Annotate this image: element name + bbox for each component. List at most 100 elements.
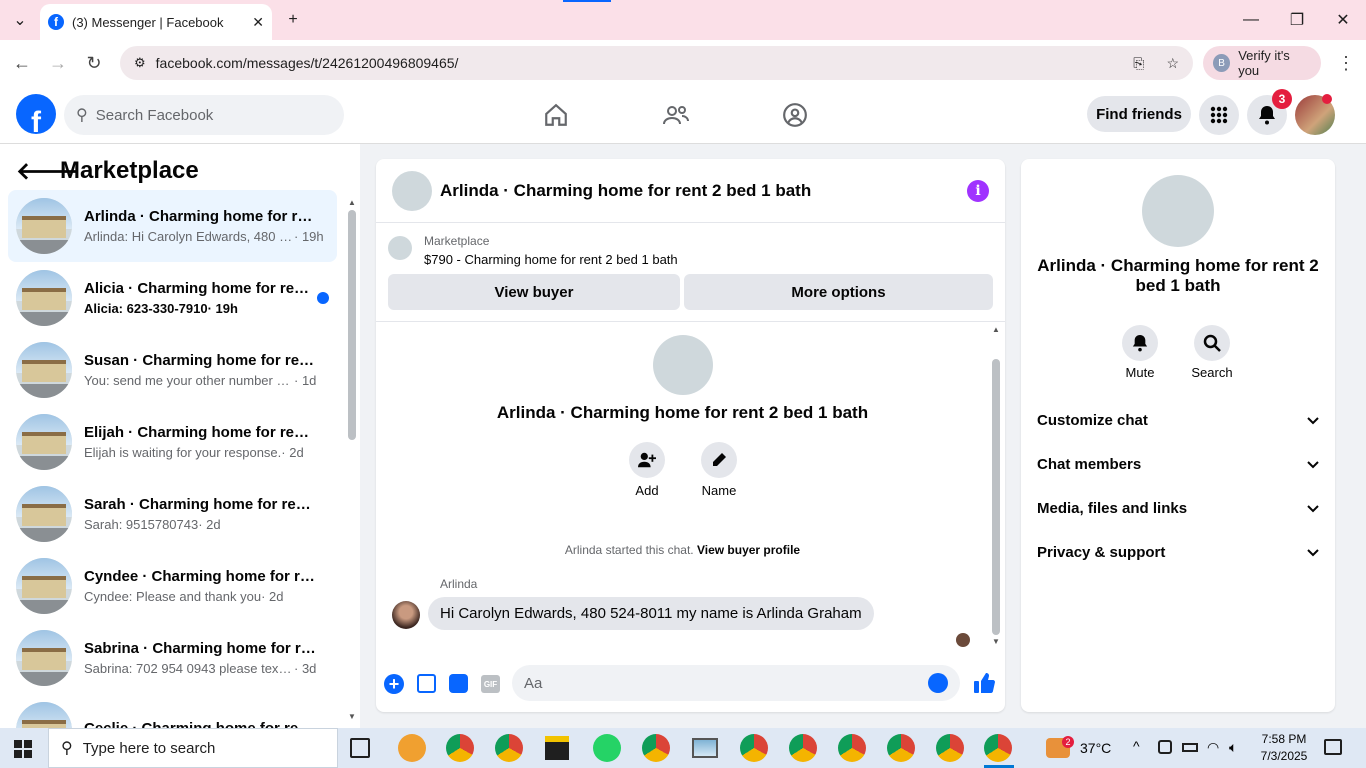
info-icon[interactable]: i: [967, 179, 989, 202]
tab-search-chevron-icon[interactable]: ⌄: [0, 0, 40, 40]
taskbar-search-input[interactable]: ⚲ Type here to search: [48, 728, 338, 768]
chevron-down-icon: [1307, 412, 1319, 429]
meet-now-icon[interactable]: [1158, 740, 1172, 754]
search-label: Search: [1191, 365, 1233, 380]
minimize-icon[interactable]: —: [1228, 0, 1274, 40]
windows-start-icon[interactable]: [14, 740, 32, 758]
verify-label: Verify it's you: [1238, 48, 1290, 78]
info-section-label: Chat members: [1037, 455, 1142, 473]
conversation-preview: Sabrina: 702 954 0943 please text ...: [84, 661, 294, 676]
reload-icon[interactable]: ↻: [78, 47, 110, 79]
verify-profile-chip[interactable]: B Verify it's you: [1203, 46, 1321, 80]
sidebar-header: 🡐 Marketplace: [16, 156, 199, 186]
listing-thumbnail[interactable]: [392, 170, 432, 211]
conversation-item[interactable]: Alicia · Charming home for ren... Alicia:…: [8, 262, 337, 334]
search-in-chat-icon[interactable]: [1194, 325, 1230, 361]
info-section-row[interactable]: Media, files and links: [1037, 486, 1319, 530]
chat-info-panel: Arlinda · Charming home for rent 2 bed 1…: [1021, 159, 1335, 712]
conversation-item[interactable]: Sarah · Charming home for rent ... Sarah:…: [8, 478, 337, 550]
snipping-tool-icon[interactable]: [398, 734, 426, 762]
whatsapp-icon[interactable]: [593, 734, 621, 762]
menu-grid-icon[interactable]: [1199, 95, 1239, 135]
chrome-profile-a-icon[interactable]: [446, 734, 474, 762]
new-tab-icon[interactable]: +: [270, 0, 316, 40]
chrome-icon[interactable]: [495, 734, 523, 762]
sender-avatar[interactable]: [392, 601, 420, 629]
facebook-header: f ⚲ Search Facebook Find friends 3: [0, 86, 1366, 144]
back-arrow-icon[interactable]: 🡐: [16, 156, 80, 186]
photos-icon[interactable]: [692, 738, 718, 758]
taskbar-search-placeholder: Type here to search: [82, 739, 216, 757]
message-input[interactable]: Aa: [512, 665, 960, 701]
chrome-profile-a2-icon[interactable]: [642, 734, 670, 762]
conversation-item[interactable]: Cyndee · Charming home for re... Cyndee: …: [8, 550, 337, 622]
add-person-icon[interactable]: [629, 442, 665, 478]
sticker-icon[interactable]: [449, 674, 468, 693]
window-close-icon[interactable]: ✕: [1320, 0, 1366, 40]
chrome-profile-s-icon[interactable]: [789, 734, 817, 762]
facebook-search-input[interactable]: ⚲ Search Facebook: [64, 95, 344, 135]
conversation-item[interactable]: Susan · Charming home for rent... You: se…: [8, 334, 337, 406]
info-avatar[interactable]: [1142, 175, 1214, 247]
back-arrow-icon[interactable]: ←: [6, 47, 38, 79]
task-view-icon[interactable]: [350, 738, 370, 758]
chrome-profile-j2-icon[interactable]: [936, 734, 964, 762]
conversation-time: · 2d: [281, 445, 304, 460]
photo-attach-icon[interactable]: [417, 674, 436, 693]
wifi-icon[interactable]: ◠: [1207, 739, 1219, 756]
bookmark-star-icon[interactable]: ☆: [1166, 55, 1179, 72]
sidebar-title: Marketplace: [60, 157, 199, 184]
mute-bell-icon[interactable]: [1122, 325, 1158, 361]
facebook-logo-icon[interactable]: f: [16, 94, 56, 134]
conversation-item[interactable]: Sabrina · Charming home for re... Sabrina…: [8, 622, 337, 694]
conversation-item[interactable]: Ceclie · Charming home for rent...: [8, 694, 337, 728]
install-app-icon[interactable]: ⎘: [1133, 55, 1144, 72]
emoji-icon[interactable]: [928, 673, 948, 693]
forward-arrow-icon[interactable]: →: [42, 47, 74, 79]
find-friends-button[interactable]: Find friends: [1087, 96, 1191, 132]
view-buyer-profile-link[interactable]: View buyer profile: [697, 543, 800, 557]
tab-close-icon[interactable]: ✕: [246, 14, 264, 31]
message-bubble[interactable]: Hi Carolyn Edwards, 480 524-8011 my name…: [428, 597, 874, 630]
address-bar[interactable]: ⚙ facebook.com/messages/t/24261200496809…: [120, 46, 1193, 80]
conversation-preview-row: Elijah is waiting for your response. · 2…: [84, 445, 329, 460]
conversation-time: · 1d: [294, 373, 317, 388]
listing-price-title[interactable]: $790 - Charming home for rent 2 bed 1 ba…: [424, 252, 678, 267]
conversation-item[interactable]: Elijah · Charming home for rent ... Elija…: [8, 406, 337, 478]
view-buyer-button[interactable]: View buyer: [388, 274, 680, 310]
battery-icon[interactable]: [1182, 743, 1198, 752]
info-section-row[interactable]: Chat members: [1037, 442, 1319, 486]
info-section-row[interactable]: Privacy & support: [1037, 530, 1319, 574]
chrome-profile-k-icon[interactable]: [740, 734, 768, 762]
more-options-button[interactable]: More options: [684, 274, 993, 310]
sidebar-scrollbar[interactable]: ▲ ▼: [347, 198, 357, 724]
plus-actions-icon[interactable]: +: [384, 674, 404, 694]
notification-center-icon[interactable]: [1324, 739, 1342, 755]
volume-icon[interactable]: 🔈︎: [1229, 739, 1237, 756]
chat-intro-avatar: [653, 335, 713, 395]
chevron-down-icon: [1307, 544, 1319, 561]
tray-chevron-icon[interactable]: ^: [1133, 738, 1140, 754]
temperature[interactable]: 37°C: [1080, 740, 1111, 756]
account-dot: [1322, 94, 1332, 104]
chrome-profile-a3-icon[interactable]: [838, 734, 866, 762]
chevron-down-icon: [1307, 456, 1319, 473]
clock[interactable]: 7:58 PM 7/3/2025: [1253, 731, 1315, 765]
edit-name-pencil-icon[interactable]: [701, 442, 737, 478]
chat-scrollbar[interactable]: ▲ ▼: [990, 323, 1002, 653]
chrome-profile-b-icon[interactable]: [984, 734, 1012, 762]
home-icon[interactable]: [538, 98, 574, 132]
groups-icon[interactable]: [777, 98, 813, 132]
chat-title[interactable]: Arlinda · Charming home for rent 2 bed 1…: [440, 181, 967, 201]
chrome-profile-j-icon[interactable]: [887, 734, 915, 762]
gif-icon[interactable]: GIF: [481, 675, 500, 693]
conversation-item[interactable]: Arlinda · Charming home for ren... Arlind…: [8, 190, 337, 262]
sticky-notes-icon[interactable]: [545, 736, 569, 760]
browser-tab[interactable]: f (3) Messenger | Facebook ✕: [40, 4, 272, 40]
restore-icon[interactable]: ❐: [1274, 0, 1320, 40]
browser-menu-icon[interactable]: ⋮: [1330, 47, 1362, 79]
site-settings-icon[interactable]: ⚙: [134, 55, 146, 71]
friends-icon[interactable]: [658, 98, 694, 132]
info-section-row[interactable]: Customize chat: [1037, 398, 1319, 442]
thumbs-up-icon[interactable]: [973, 672, 995, 699]
